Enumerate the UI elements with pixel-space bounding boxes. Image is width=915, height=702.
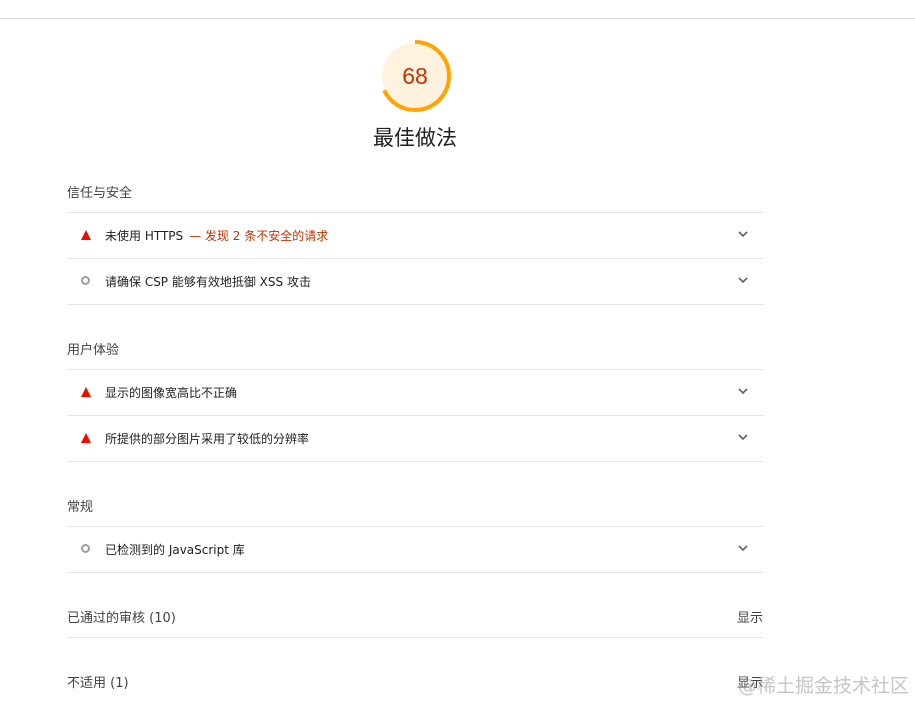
audit-csp-xss[interactable]: 请确保 CSP 能够有效地抵御 XSS 攻击: [67, 259, 763, 304]
show-passed-button[interactable]: 显示: [737, 607, 763, 626]
audit-warning: — 发现 2 条不安全的请求: [189, 229, 329, 243]
not-applicable-row: 不适用 (1) 显示: [67, 672, 763, 692]
watermark: @稀土掘金技术社区: [737, 675, 909, 697]
informative-circle-icon: [81, 276, 91, 286]
category-title: 最佳做法: [373, 126, 457, 150]
divider: [67, 461, 763, 462]
chevron-down-icon[interactable]: [737, 275, 749, 285]
divider: [67, 637, 763, 638]
audit-label: 请确保 CSP 能够有效地抵御 XSS 攻击: [105, 275, 311, 289]
passed-audits-label: 已通过的审核: [67, 611, 146, 626]
chevron-down-icon[interactable]: [737, 543, 749, 553]
informative-circle-icon: [81, 544, 91, 554]
fail-triangle-icon: [81, 230, 91, 240]
score-gauge: 68: [378, 39, 452, 113]
group-title-trust-safety: 信任与安全: [67, 186, 133, 201]
audit-label: 已检测到的 JavaScript 库: [105, 543, 245, 557]
group-title-user-experience: 用户体验: [67, 343, 120, 358]
score-value: 68: [402, 63, 428, 89]
not-applicable-label: 不适用: [67, 676, 107, 691]
chevron-down-icon[interactable]: [737, 432, 749, 442]
group-title-general: 常规: [67, 500, 94, 515]
chevron-down-icon[interactable]: [737, 386, 749, 396]
audit-label: 未使用 HTTPS: [105, 229, 184, 243]
audit-label: 显示的图像宽高比不正确: [105, 386, 238, 400]
divider: [67, 304, 763, 305]
fail-triangle-icon: [81, 433, 91, 443]
passed-audits-row: 已通过的审核 (10) 显示: [67, 607, 763, 627]
audit-image-resolution[interactable]: 所提供的部分图片采用了较低的分辨率: [67, 416, 763, 461]
divider: [67, 572, 763, 573]
fail-triangle-icon: [81, 387, 91, 397]
top-divider: [0, 18, 915, 19]
audit-js-libraries[interactable]: 已检测到的 JavaScript 库: [67, 527, 763, 572]
audit-image-aspect-ratio[interactable]: 显示的图像宽高比不正确: [67, 370, 763, 415]
audit-https[interactable]: 未使用 HTTPS — 发现 2 条不安全的请求: [67, 213, 763, 258]
chevron-down-icon[interactable]: [737, 229, 749, 239]
audit-label: 所提供的部分图片采用了较低的分辨率: [105, 432, 310, 446]
passed-audits-count: (10): [149, 611, 176, 626]
not-applicable-count: (1): [110, 676, 129, 691]
